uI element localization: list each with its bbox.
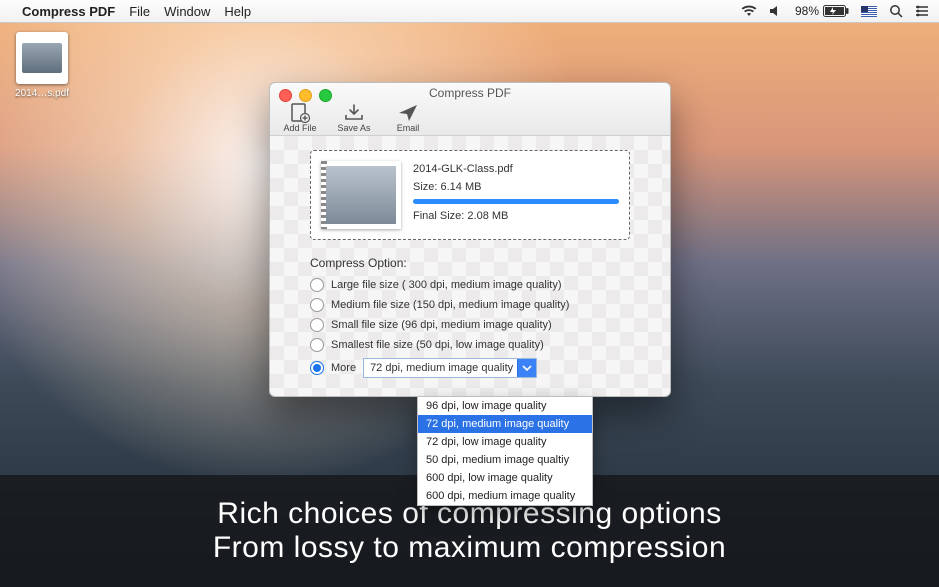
add-file-icon [287, 103, 313, 123]
volume-icon[interactable] [769, 5, 783, 17]
file-card: 2014-GLK-Class.pdf Size: 6.14 MB Final S… [310, 150, 630, 240]
radio-icon [310, 361, 324, 375]
chevron-down-icon [517, 359, 536, 377]
desktop-file[interactable]: 2014…s.pdf [12, 32, 72, 99]
spotlight-icon[interactable] [889, 4, 903, 18]
file-size: Size: 6.14 MB [413, 181, 619, 193]
option-smallest-label: Smallest file size (50 dpi, low image qu… [331, 339, 544, 351]
app-window: Compress PDF Add File Save As Email [269, 82, 671, 397]
radio-icon [310, 338, 324, 352]
menu-file[interactable]: File [129, 4, 150, 19]
dropdown-item[interactable]: 600 dpi, medium image quality [418, 487, 592, 505]
file-name: 2014-GLK-Class.pdf [413, 163, 619, 175]
option-large[interactable]: Large file size ( 300 dpi, medium image … [310, 278, 652, 292]
email-label: Email [397, 123, 420, 133]
caption-line-2: From lossy to maximum compression [213, 531, 726, 565]
file-thumbnail [321, 161, 401, 229]
email-button[interactable]: Email [386, 103, 430, 133]
titlebar[interactable]: Compress PDF Add File Save As Email [270, 83, 670, 136]
dpi-combobox[interactable]: 72 dpi, medium image quality [363, 358, 537, 378]
dropdown-item[interactable]: 72 dpi, medium image quality [418, 415, 592, 433]
battery-status[interactable]: 98% [795, 4, 849, 18]
option-small[interactable]: Small file size (96 dpi, medium image qu… [310, 318, 652, 332]
option-more-label: More [331, 362, 356, 374]
option-more[interactable]: More 72 dpi, medium image quality [310, 358, 652, 378]
save-as-icon [341, 103, 367, 123]
battery-text: 98% [795, 4, 819, 18]
option-medium[interactable]: Medium file size (150 dpi, medium image … [310, 298, 652, 312]
option-small-label: Small file size (96 dpi, medium image qu… [331, 319, 552, 331]
desktop-file-thumb [16, 32, 68, 84]
window-title: Compress PDF [270, 86, 670, 100]
radio-icon [310, 278, 324, 292]
add-file-button[interactable]: Add File [278, 103, 322, 133]
dropdown-item[interactable]: 72 dpi, low image quality [418, 433, 592, 451]
save-as-label: Save As [337, 123, 370, 133]
notification-center-icon[interactable] [915, 5, 929, 17]
menu-window[interactable]: Window [164, 4, 210, 19]
dpi-combobox-value: 72 dpi, medium image quality [364, 362, 517, 374]
option-medium-label: Medium file size (150 dpi, medium image … [331, 299, 569, 311]
menubar-app-name[interactable]: Compress PDF [22, 4, 115, 19]
menu-help[interactable]: Help [224, 4, 251, 19]
menubar: Compress PDF File Window Help 98% [0, 0, 939, 23]
save-as-button[interactable]: Save As [332, 103, 376, 133]
file-final-size: Final Size: 2.08 MB [413, 210, 619, 222]
dpi-dropdown[interactable]: 96 dpi, low image quality 72 dpi, medium… [417, 396, 593, 506]
radio-icon [310, 298, 324, 312]
add-file-label: Add File [283, 123, 316, 133]
compress-option-label: Compress Option: [310, 256, 652, 270]
option-smallest[interactable]: Smallest file size (50 dpi, low image qu… [310, 338, 652, 352]
dropdown-item[interactable]: 50 dpi, medium image qualtiy [418, 451, 592, 469]
dropdown-item[interactable]: 96 dpi, low image quality [418, 397, 592, 415]
desktop-file-label: 2014…s.pdf [12, 88, 72, 99]
radio-icon [310, 318, 324, 332]
email-icon [395, 103, 421, 123]
input-source-icon[interactable] [861, 6, 877, 17]
option-large-label: Large file size ( 300 dpi, medium image … [331, 279, 562, 291]
progress-bar [413, 199, 619, 204]
wifi-icon[interactable] [741, 5, 757, 17]
dropdown-item[interactable]: 600 dpi, low image quality [418, 469, 592, 487]
